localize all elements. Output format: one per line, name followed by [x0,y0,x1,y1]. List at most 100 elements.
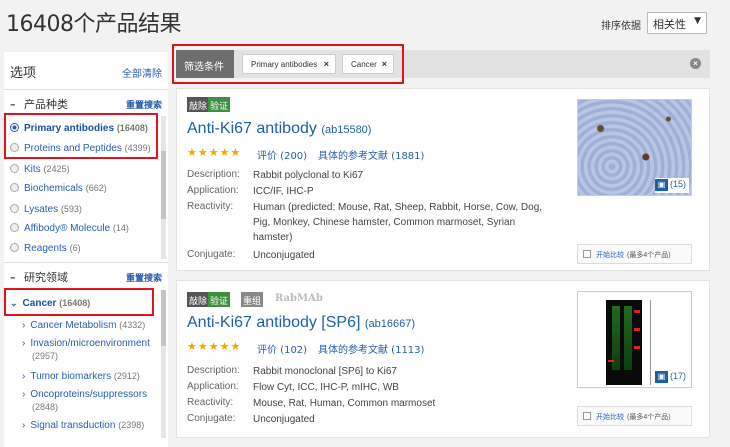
facet-count: (14) [112,223,129,233]
chevron-down-icon: ▼ [694,16,701,26]
reviews-link[interactable]: 评价 (200) [257,147,307,162]
compare-toggle[interactable]: 开始比较 (最多4个产品) [577,406,692,426]
chevron-down-icon: ⌄ [10,298,18,308]
facet-cancer[interactable]: ⌄ Cancer (16408) [10,298,90,309]
clear-filters-icon[interactable]: × [690,58,701,69]
field-label: Description: [187,169,240,180]
chevron-right-icon: › [22,389,26,400]
subfacet-signal-transduction[interactable]: › Signal transduction (2398) [22,419,144,432]
compare-checkbox[interactable] [583,250,591,258]
references-link[interactable]: 具体的参考文献 (1113) [318,341,424,356]
radio-icon [10,143,19,152]
facet-label: Affibody® Molecule [24,223,111,234]
field-value: Rabbit polyclonal to Ki67 [253,170,364,181]
subfacet-oncoproteins[interactable]: › Oncoproteins/suppressors (2848) [22,389,147,414]
recombinant-badge: 重组 [241,292,264,307]
subfacet-cancer-metabolism[interactable]: › Cancer Metabolism (4332) [22,319,145,332]
highlight-box [172,44,404,84]
field-label: Reactivity: [187,201,234,212]
compare-toggle[interactable]: 开始比较 (最多4个产品) [577,244,692,264]
facet-primary-antibodies[interactable]: Primary antibodies (16408) [10,123,148,134]
image-count: (15) [669,179,686,189]
minus-icon: – [10,98,16,111]
reset-search-link[interactable]: 重置搜索 [126,98,162,111]
facet-count: (16408) [116,123,148,133]
subfacet-tumor-biomarkers[interactable]: › Tumor biomarkers (2912) [22,370,140,383]
facet-count: (2425) [43,164,70,174]
facet-count: (2912) [113,371,140,381]
facet-count: (4399) [124,143,151,153]
product-name: Anti-Ki67 antibody [187,120,317,137]
knockout-badge: 敲除 [187,292,210,307]
compare-label: 开始比较 [596,252,624,259]
scrollbar[interactable] [161,116,166,259]
validated-badge: 验证 [208,97,231,112]
minus-icon: – [10,271,16,284]
compare-note: (最多4个产品) [627,414,671,421]
facet-count: (16408) [59,298,91,308]
facet-label: Primary antibodies [24,123,115,134]
results-title: 16408个产品结果 [6,12,182,37]
divider [4,89,168,90]
scrollbar[interactable] [161,290,166,438]
product-image[interactable]: ▣ (17) [577,291,692,388]
facet-kits[interactable]: Kits (2425) [10,164,69,175]
reviews-link[interactable]: 评价 (102) [257,341,307,356]
field-value: Flow Cyt, ICC, IHC-P, mIHC, WB [253,382,399,393]
image-gallery-button[interactable]: ▣ (17) [654,370,689,385]
sort-select[interactable]: 相关性 ▼ [647,12,707,34]
filter-sidebar: 选项 全部清除 – 产品种类 重置搜索 Primary antibodies (1… [4,52,168,447]
radio-icon [10,183,19,192]
reset-search-link[interactable]: 重置搜索 [126,271,162,284]
sidebar-title: 选项 [10,66,37,81]
facet-affibody[interactable]: Affibody® Molecule (14) [10,223,129,234]
product-title-link[interactable]: Anti-Ki67 antibody [SP6] (ab16667) [187,314,415,332]
facet-label: Cancer Metabolism [30,320,117,331]
product-image[interactable]: ▣ (15) [577,99,692,196]
section-research-area[interactable]: – 研究领域 [10,269,68,285]
facet-label: Cancer [22,298,57,309]
divider [4,262,168,263]
facet-label: Signal transduction [30,420,116,431]
field-value: Unconjugated [253,250,315,261]
chevron-right-icon: › [22,420,26,431]
facet-label: Tumor biomarkers [30,371,112,382]
facet-proteins-peptides[interactable]: Proteins and Peptides (4399) [10,143,151,154]
facet-label: Kits [24,164,41,175]
facet-count: (2957) [32,351,59,361]
scrollbar-thumb[interactable] [161,151,166,219]
western-blot-image [606,300,642,385]
facet-lysates[interactable]: Lysates (593) [10,204,82,215]
field-value: Unconjugated [253,414,315,425]
compare-label: 开始比较 [596,414,624,421]
scrollbar-thumb[interactable] [161,290,166,346]
clear-all-link[interactable]: 全部清除 [122,65,162,80]
camera-icon: ▣ [654,371,668,383]
field-value: Human (predicted: Mouse, Rat, Sheep, Rab… [253,202,543,243]
field-label: Description: [187,365,240,376]
facet-biochemicals[interactable]: Biochemicals (662) [10,183,107,194]
compare-checkbox[interactable] [583,412,591,420]
facet-label: Reagents [24,243,67,254]
knockout-badge: 敲除 [187,97,210,112]
facet-label: Oncoproteins/suppressors [30,389,148,400]
facet-label: Biochemicals [24,183,83,194]
subfacet-invasion[interactable]: › Invasion/microenvironment (2957) [22,338,150,363]
facet-count: (662) [85,183,107,193]
section-title: 产品种类 [24,98,68,111]
references-link[interactable]: 具体的参考文献 (1881) [318,147,424,162]
image-gallery-button[interactable]: ▣ (15) [654,178,689,193]
field-label: Conjugate: [187,249,236,260]
facet-label: Invasion/microenvironment [30,338,150,349]
rating-stars: ★★★★★ [187,341,242,353]
facet-count: (6) [69,243,81,253]
facet-count: (4332) [119,320,146,330]
product-title-link[interactable]: Anti-Ki67 antibody (ab15580) [187,120,371,138]
sort-value: 相关性 [653,18,686,31]
facet-reagents[interactable]: Reagents (6) [10,243,81,254]
facet-label: Lysates [24,204,59,215]
radio-selected-icon [10,123,19,132]
field-label: Application: [187,185,239,196]
section-product-type[interactable]: – 产品种类 [10,96,68,112]
field-value: Mouse, Rat, Human, Common marmoset [253,398,436,409]
